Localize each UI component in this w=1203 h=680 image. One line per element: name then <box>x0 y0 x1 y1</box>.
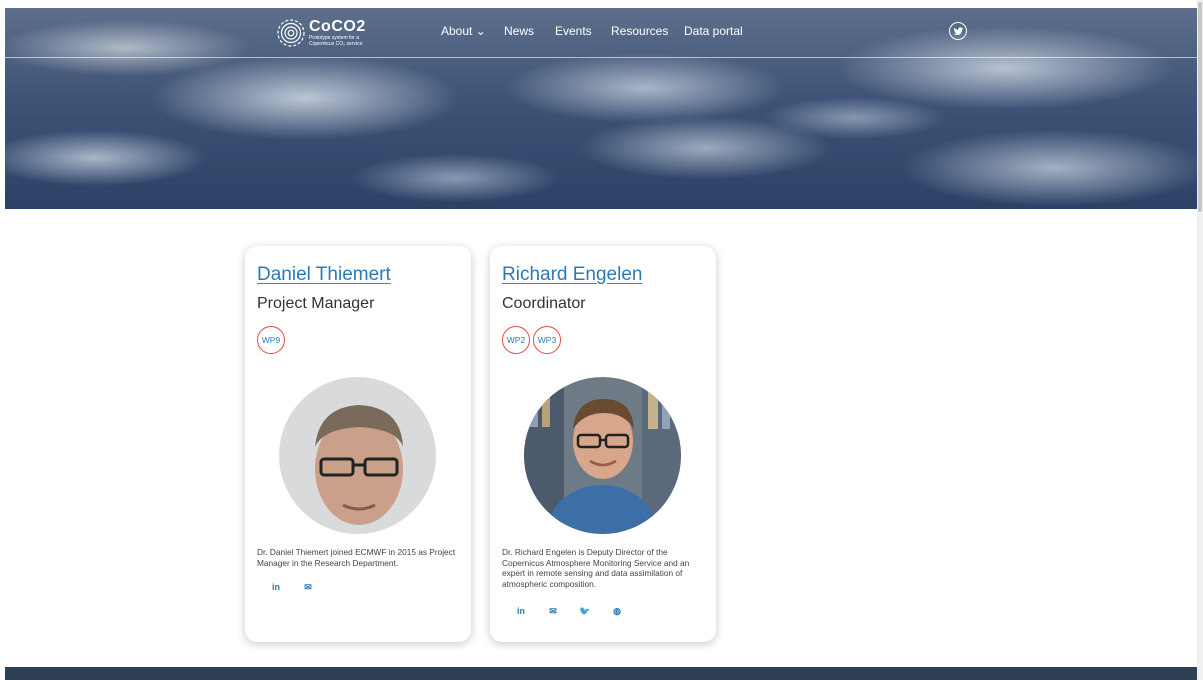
avatar <box>279 377 436 534</box>
social-links: in ✉ 🐦 ◍ <box>514 606 624 617</box>
workpackage-badges: WP9 <box>257 326 285 354</box>
nav-about[interactable]: About ⌄ <box>441 24 486 38</box>
nav-news[interactable]: News <box>504 24 534 38</box>
twitter-icon[interactable] <box>949 22 967 40</box>
nav-events[interactable]: Events <box>555 24 592 38</box>
logo-spiral-icon <box>277 19 305 47</box>
team-card: Daniel Thiemert Project Manager WP9 Dr. … <box>245 246 471 642</box>
member-bio: Dr. Daniel Thiemert joined ECMWF in 2015… <box>257 547 456 568</box>
logo-title: CoCO2 <box>309 18 366 35</box>
site-logo[interactable]: CoCO2 Prototype system for a Copernicus … <box>273 16 379 50</box>
scrollbar-thumb[interactable] <box>1198 2 1202 212</box>
avatar <box>524 377 681 534</box>
member-role: Coordinator <box>502 295 586 312</box>
nav-data-portal[interactable]: Data portal <box>684 24 743 38</box>
member-name-link[interactable]: Daniel Thiemert <box>257 264 391 286</box>
hero-banner: CoCO2 Prototype system for a Copernicus … <box>5 8 1197 209</box>
workpackage-badges: WP2 WP3 <box>502 326 561 354</box>
footer <box>5 667 1197 680</box>
logo-subtitle: Prototype system for a Copernicus CO₂ se… <box>309 35 363 47</box>
email-icon[interactable]: ✉ <box>301 582 315 593</box>
wp-badge[interactable]: WP2 <box>502 326 530 354</box>
member-role: Project Manager <box>257 295 375 312</box>
twitter-icon[interactable]: 🐦 <box>578 606 592 617</box>
wp-badge[interactable]: WP3 <box>533 326 561 354</box>
header-divider <box>5 57 1197 58</box>
team-card: Richard Engelen Coordinator WP2 WP3 Dr. … <box>490 246 716 642</box>
nav-resources[interactable]: Resources <box>611 24 668 38</box>
member-name-link[interactable]: Richard Engelen <box>502 264 642 286</box>
linkedin-icon[interactable]: in <box>514 606 528 617</box>
member-bio: Dr. Richard Engelen is Deputy Director o… <box>502 547 690 589</box>
email-icon[interactable]: ✉ <box>546 606 560 617</box>
linkedin-icon[interactable]: in <box>269 582 283 593</box>
scrollbar[interactable] <box>1197 0 1203 680</box>
social-links: in ✉ <box>269 582 315 593</box>
website-icon[interactable]: ◍ <box>610 606 624 617</box>
wp-badge[interactable]: WP9 <box>257 326 285 354</box>
